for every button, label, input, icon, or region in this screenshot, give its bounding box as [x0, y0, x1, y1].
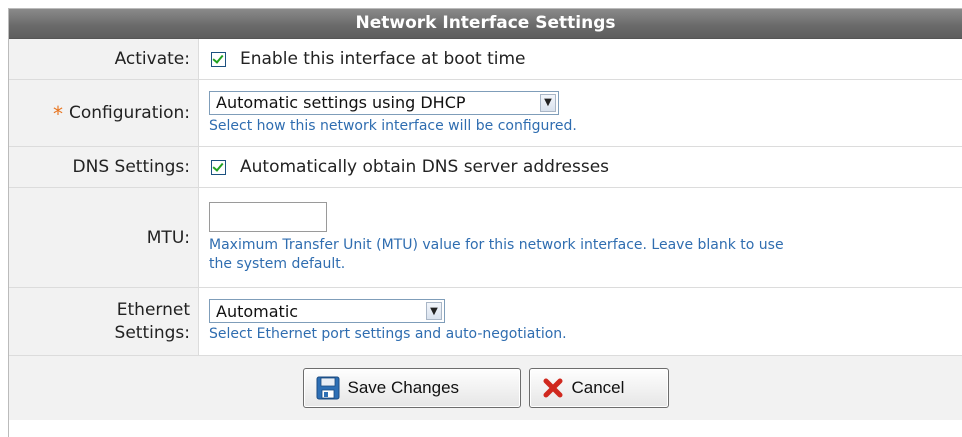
panel-title: Network Interface Settings	[9, 9, 962, 39]
chevron-down-icon[interactable]: ▼	[540, 93, 556, 112]
form-actions: Save Changes Cancel	[9, 356, 962, 420]
red-x-icon	[542, 377, 564, 399]
activate-checkbox-label[interactable]: Enable this interface at boot time	[240, 49, 526, 69]
dns-checkbox-group[interactable]: Automatically obtain DNS server addresse…	[209, 157, 962, 177]
configuration-value: Automatic settings using DHCP ▼ Select h…	[199, 80, 962, 146]
mtu-hint-line-2: the system default.	[209, 255, 346, 272]
dns-checkbox-label[interactable]: Automatically obtain DNS server addresse…	[240, 157, 609, 177]
configuration-hint: Select how this network interface will b…	[209, 117, 577, 134]
mtu-value-cell: Maximum Transfer Unit (MTU) value for th…	[199, 188, 962, 287]
dns-label: DNS Settings:	[9, 147, 199, 187]
save-changes-button[interactable]: Save Changes	[302, 368, 521, 408]
configuration-label: Configuration:	[68, 103, 190, 123]
ethernet-label-line-1: Ethernet	[116, 299, 190, 320]
mtu-row: MTU: Maximum Transfer Unit (MTU) value f…	[9, 188, 962, 288]
ethernet-label-line-2: Settings:	[114, 322, 190, 343]
save-changes-label: Save Changes	[347, 378, 460, 397]
configuration-selected-value: Automatic settings using DHCP	[216, 93, 466, 112]
chevron-down-icon[interactable]: ▼	[426, 302, 442, 320]
activate-checkbox-group[interactable]: Enable this interface at boot time	[209, 49, 962, 69]
checkmark-icon	[212, 159, 224, 172]
cancel-label: Cancel	[571, 378, 625, 397]
dns-row: DNS Settings: Automatically obtain DNS s…	[9, 147, 962, 188]
mtu-hint-line-1: Maximum Transfer Unit (MTU) value for th…	[209, 236, 784, 253]
ethernet-label-cell: Ethernet Settings:	[9, 288, 199, 355]
network-interface-settings-panel: Network Interface Settings Activate: Ena…	[8, 8, 962, 437]
activate-label: Activate:	[9, 39, 199, 79]
configuration-select[interactable]: Automatic settings using DHCP ▼	[209, 90, 559, 115]
activate-value: Enable this interface at boot time	[199, 39, 962, 79]
ethernet-row: Ethernet Settings: Automatic ▼ Select Et…	[9, 288, 962, 356]
required-asterisk: *	[52, 102, 63, 126]
mtu-label: MTU:	[9, 188, 199, 287]
mtu-input[interactable]	[209, 201, 327, 232]
floppy-disk-icon	[316, 376, 340, 400]
dns-value: Automatically obtain DNS server addresse…	[199, 147, 962, 187]
ethernet-selected-value: Automatic	[216, 301, 299, 321]
checkmark-icon	[212, 51, 224, 64]
ethernet-value: Automatic ▼ Select Ethernet port setting…	[199, 288, 962, 355]
cancel-button[interactable]: Cancel	[528, 368, 669, 408]
configuration-row: * Configuration: Automatic settings usin…	[9, 80, 962, 147]
activate-row: Activate: Enable this interface at boot …	[9, 39, 962, 80]
ethernet-select[interactable]: Automatic ▼	[209, 299, 445, 323]
dns-checkbox[interactable]	[211, 159, 226, 175]
ethernet-hint: Select Ethernet port settings and auto-n…	[209, 326, 567, 342]
configuration-label-cell: * Configuration:	[9, 80, 199, 146]
activate-checkbox[interactable]	[211, 51, 226, 67]
